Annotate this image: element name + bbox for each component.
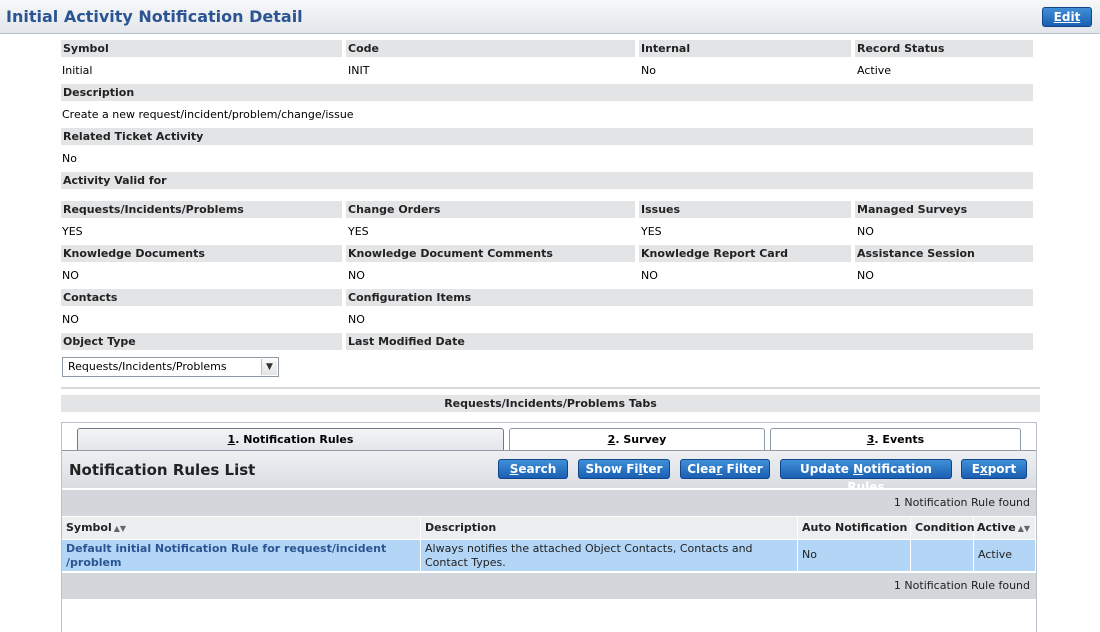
table-row-description: Always notifies the attached Object Cont… (421, 540, 798, 571)
column-header-description: Description (421, 517, 798, 539)
assistance-session-label: Assistance Session (855, 245, 1033, 262)
table-row-auto-notification: No (798, 540, 911, 571)
tab-survey[interactable]: 2. Survey (509, 428, 765, 450)
show-filter-button[interactable]: Show Filter (578, 459, 670, 479)
export-label-b: port (987, 462, 1017, 476)
code-label: Code (346, 40, 635, 57)
tab-label: . Survey (615, 433, 667, 446)
symbol-line-2: /problem (66, 556, 122, 569)
chevron-down-icon[interactable]: ▼ (261, 359, 277, 375)
table-row-active: Active (974, 540, 1036, 571)
knowledge-report-card-value: NO (641, 269, 658, 282)
tab-label: . Notification Rules (235, 433, 354, 446)
edit-label: Edit (1053, 10, 1081, 24)
assistance-session-value: NO (857, 269, 874, 282)
knowledge-document-comments-label: Knowledge Document Comments (346, 245, 635, 262)
internal-value: No (641, 64, 656, 77)
object-type-select[interactable]: Requests/Incidents/Problems ▼ (62, 357, 279, 377)
title-bar: Initial Activity Notification Detail Edi… (0, 0, 1100, 34)
update-accesskey: N (853, 462, 864, 476)
clear-filter-button[interactable]: Clear Filter (680, 459, 770, 479)
issues-label: Issues (639, 201, 851, 218)
code-value: INIT (348, 64, 370, 77)
object-type-label: Object Type (61, 333, 342, 350)
internal-label: Internal (639, 40, 851, 57)
contacts-label: Contacts (61, 289, 342, 306)
sort-icon[interactable]: ▲▼ (1018, 524, 1030, 533)
search-label: earch (518, 462, 557, 476)
related-ticket-activity-label: Related Ticket Activity (61, 128, 1033, 145)
issues-value: YES (641, 225, 662, 238)
table-row-symbol-link[interactable]: Default initial Notification Rule for re… (62, 540, 421, 571)
configuration-items-label: Configuration Items (346, 289, 1033, 306)
column-header-label: Active (977, 521, 1016, 534)
knowledge-document-comments-value: NO (348, 269, 365, 282)
show-filter-label-a: Show Fi (585, 462, 639, 476)
export-accesskey: x (979, 462, 988, 476)
tabs-section-title: Requests/Incidents/Problems Tabs (61, 395, 1040, 412)
description-value: Create a new request/incident/problem/ch… (62, 108, 354, 121)
description-line-1: Always notifies the attached Object Cont… (425, 542, 753, 555)
change-orders-value: YES (348, 225, 369, 238)
column-header-active[interactable]: Active ▲▼ (974, 517, 1036, 539)
column-header-symbol[interactable]: Symbol ▲▼ (62, 517, 421, 539)
related-ticket-activity-value: No (62, 152, 77, 165)
knowledge-documents-value: NO (62, 269, 79, 282)
column-header-label: Symbol (66, 521, 112, 534)
symbol-value: Initial (62, 64, 93, 77)
export-button[interactable]: Export (961, 459, 1027, 479)
tab-label: . Events (874, 433, 925, 446)
search-button[interactable]: Search (498, 459, 568, 479)
clear-filter-label-b: Filter (722, 462, 763, 476)
clear-filter-label-a: Clea (687, 462, 717, 476)
managed-surveys-label: Managed Surveys (855, 201, 1033, 218)
description-label: Description (61, 84, 1033, 101)
description-line-2: Contact Types. (425, 556, 506, 569)
result-count-top: 1 Notification Rule found (62, 490, 1036, 516)
tab-events[interactable]: 3. Events (770, 428, 1021, 450)
managed-surveys-value: NO (857, 225, 874, 238)
list-title: Notification Rules List (69, 461, 256, 479)
column-header-auto-notification: Auto Notification (798, 517, 911, 539)
edit-button[interactable]: Edit (1042, 7, 1092, 27)
knowledge-documents-label: Knowledge Documents (61, 245, 342, 262)
tab-notification-rules[interactable]: 1. Notification Rules (77, 428, 504, 450)
record-status-value: Active (857, 64, 892, 77)
record-status-label: Record Status (855, 40, 1033, 57)
update-notification-rules-button[interactable]: Update Notification Rules (780, 459, 952, 494)
change-orders-label: Change Orders (346, 201, 635, 218)
page-title: Initial Activity Notification Detail (6, 7, 303, 26)
contacts-value: NO (62, 313, 79, 326)
sort-icon[interactable]: ▲▼ (114, 524, 126, 533)
symbol-label: Symbol (61, 40, 342, 57)
requests-value: YES (62, 225, 83, 238)
requests-label: Requests/Incidents/Problems (61, 201, 342, 218)
column-header-condition: Condition (911, 517, 975, 539)
result-count-bottom: 1 Notification Rule found (62, 573, 1036, 599)
section-divider (61, 387, 1040, 389)
update-label-a: Update (800, 462, 854, 476)
show-filter-label-b: ter (642, 462, 663, 476)
activity-valid-for-label: Activity Valid for (61, 172, 1033, 189)
symbol-line-1: Default initial Notification Rule for re… (66, 542, 387, 555)
knowledge-report-card-label: Knowledge Report Card (639, 245, 851, 262)
export-label-a: E (971, 462, 980, 476)
configuration-items-value: NO (348, 313, 365, 326)
table-row-condition (911, 540, 974, 571)
last-modified-date-label: Last Modified Date (346, 333, 1033, 350)
object-type-selected-value: Requests/Incidents/Problems (68, 360, 227, 373)
